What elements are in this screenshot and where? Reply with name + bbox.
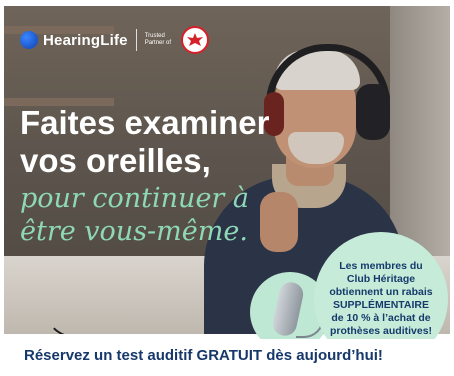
brand-logo[interactable]: HearingLife Trusted Partner of xyxy=(20,26,209,54)
cta-bar[interactable]: Réservez un test auditif GRATUIT dès auj… xyxy=(0,339,454,376)
promo-text: Les membres du Club Héritage obtiennent … xyxy=(323,260,439,338)
brand-name: HearingLife xyxy=(43,31,128,49)
hearinglife-dot-icon xyxy=(20,31,38,49)
headline-tagline: pour continuer à être vous-même. xyxy=(20,182,249,248)
cta-text[interactable]: Réservez un test auditif GRATUIT dès auj… xyxy=(24,347,383,364)
hearinglife-ad[interactable]: HearingLife Trusted Partner of Faites ex… xyxy=(0,0,454,376)
promo-line-5: de 10 % à l’achat de xyxy=(331,312,431,324)
headphones-cup-right xyxy=(356,84,390,140)
headline-main: Faites examiner vos oreilles, xyxy=(20,104,269,180)
promo-line-2: Club Héritage xyxy=(346,273,416,285)
logo-divider xyxy=(135,29,137,51)
tagline-line-2: être vous-même. xyxy=(20,216,248,247)
promo-line-1: Les membres du xyxy=(339,260,423,272)
person-hand xyxy=(260,192,298,252)
promo-line-4: SUPPLÉMENTAIRE xyxy=(332,299,430,311)
maple-leaf-icon xyxy=(186,33,203,46)
promo-line-3: obtiennent un rabais xyxy=(329,286,433,298)
club-heritage-seal-icon xyxy=(180,26,209,54)
headline-line-2: vos oreilles, xyxy=(20,142,211,179)
headline-line-1: Faites examiner xyxy=(20,104,270,141)
tagline-line-1: pour continuer à xyxy=(20,183,250,214)
trusted-partner-label: Trusted Partner of xyxy=(144,33,172,46)
promo-line-6: prothèses auditives! xyxy=(329,325,433,337)
